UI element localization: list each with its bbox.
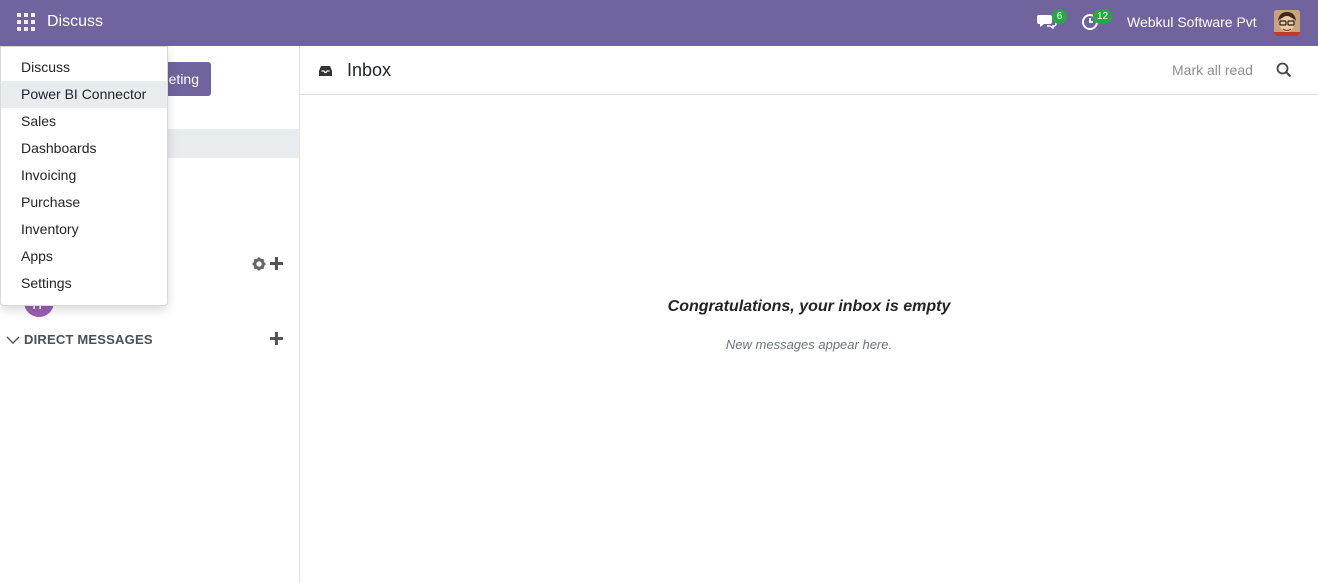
chat-count-badge: 6 [1052,9,1067,24]
apps-grid-icon[interactable] [17,13,35,31]
user-avatar[interactable] [1274,10,1300,36]
empty-inbox-subtitle: New messages appear here. [725,337,893,352]
company-switcher[interactable]: Webkul Software Pvt [1127,14,1257,30]
menu-item-discuss[interactable]: Discuss [1,54,167,81]
plus-icon[interactable] [270,257,283,270]
avatar-picture [1274,10,1300,36]
messaging-menu-button[interactable]: 6 [1037,9,1067,34]
direct-messages-header[interactable]: DIRECT MESSAGES [6,331,296,349]
menu-item-inventory[interactable]: Inventory [1,216,167,243]
menu-item-purchase[interactable]: Purchase [1,189,167,216]
top-navbar: Discuss 6 12 Webkul Software Pvt [0,0,1318,46]
activity-menu-button[interactable]: 12 [1081,9,1113,34]
page-title: Inbox [347,60,392,80]
menu-item-apps[interactable]: Apps [1,243,167,270]
menu-item-power-bi-connector[interactable]: Power BI Connector [1,81,167,108]
inbox-icon [319,66,332,76]
thread-header: Inbox Mark all read [300,46,1318,95]
empty-inbox-title: Congratulations, your inbox is empty [667,298,951,315]
gear-icon[interactable] [252,257,266,271]
menu-item-settings[interactable]: Settings [1,270,167,297]
direct-messages-label: DIRECT MESSAGES [24,332,153,347]
search-icon[interactable] [1276,62,1292,78]
menu-item-invoicing[interactable]: Invoicing [1,162,167,189]
app-title[interactable]: Discuss [47,13,103,31]
mark-all-read-button[interactable]: Mark all read [1172,62,1253,78]
menu-item-sales[interactable]: Sales [1,108,167,135]
chevron-down-icon [6,336,20,344]
menu-item-dashboards[interactable]: Dashboards [1,135,167,162]
main-content: Inbox Mark all read Congratulations, you… [300,46,1318,583]
activity-count-badge: 12 [1093,9,1113,24]
plus-icon[interactable] [270,332,283,345]
app-switcher-menu: Discuss Power BI Connector Sales Dashboa… [0,46,168,306]
